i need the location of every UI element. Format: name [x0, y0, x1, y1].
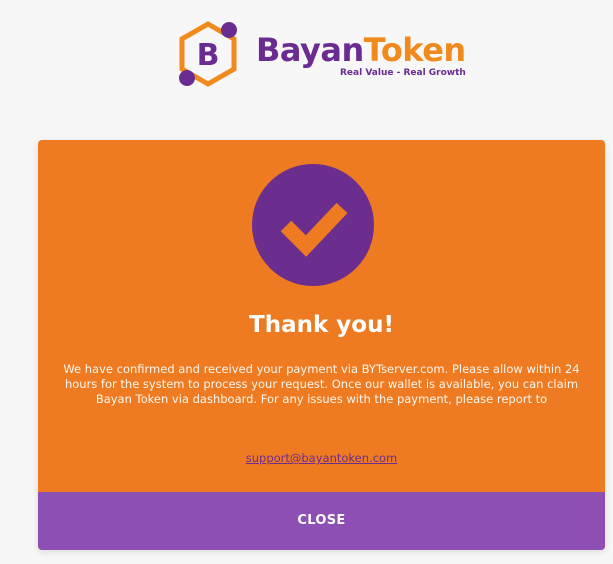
- header: B BayanToken Real Value - Real Growth: [0, 0, 613, 110]
- payment-confirmation-page: B BayanToken Real Value - Real Growth Th…: [0, 0, 613, 564]
- support-email-link[interactable]: support@bayantoken.com: [38, 451, 605, 465]
- thank-you-modal: Thank you! We have confirmed and receive…: [38, 140, 605, 550]
- check-icon: [252, 164, 374, 286]
- svg-text:B: B: [197, 38, 220, 73]
- close-button[interactable]: CLOSE: [38, 492, 605, 550]
- modal-title: Thank you!: [249, 312, 394, 338]
- bayan-hex-b-icon: B: [172, 18, 244, 90]
- logo: B BayanToken Real Value - Real Growth: [172, 18, 472, 90]
- brand-name-part-2: Token: [363, 31, 466, 69]
- brand-name-part-1: Bayan: [256, 31, 364, 69]
- brand-name: BayanToken: [256, 30, 466, 70]
- tagline: Real Value - Real Growth: [340, 68, 466, 78]
- modal-message: We have confirmed and received your paym…: [63, 362, 580, 406]
